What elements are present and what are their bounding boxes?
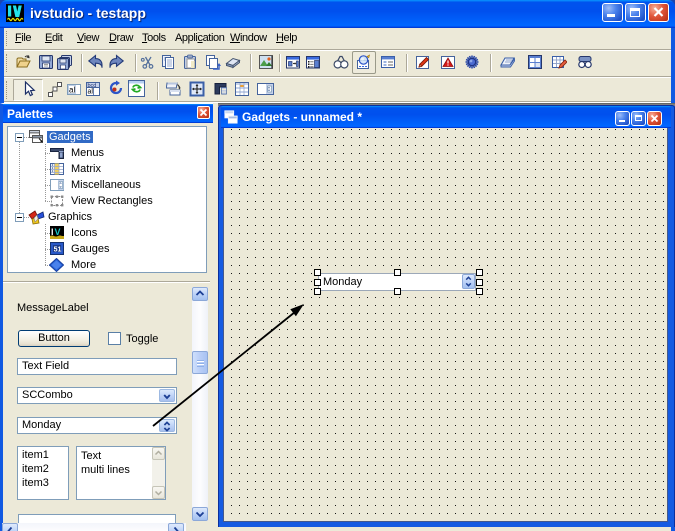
svg-text:al: al	[88, 89, 94, 96]
svg-text:I: I	[51, 227, 54, 237]
svg-text:51: 51	[54, 247, 62, 254]
svg-text:V: V	[55, 227, 61, 237]
